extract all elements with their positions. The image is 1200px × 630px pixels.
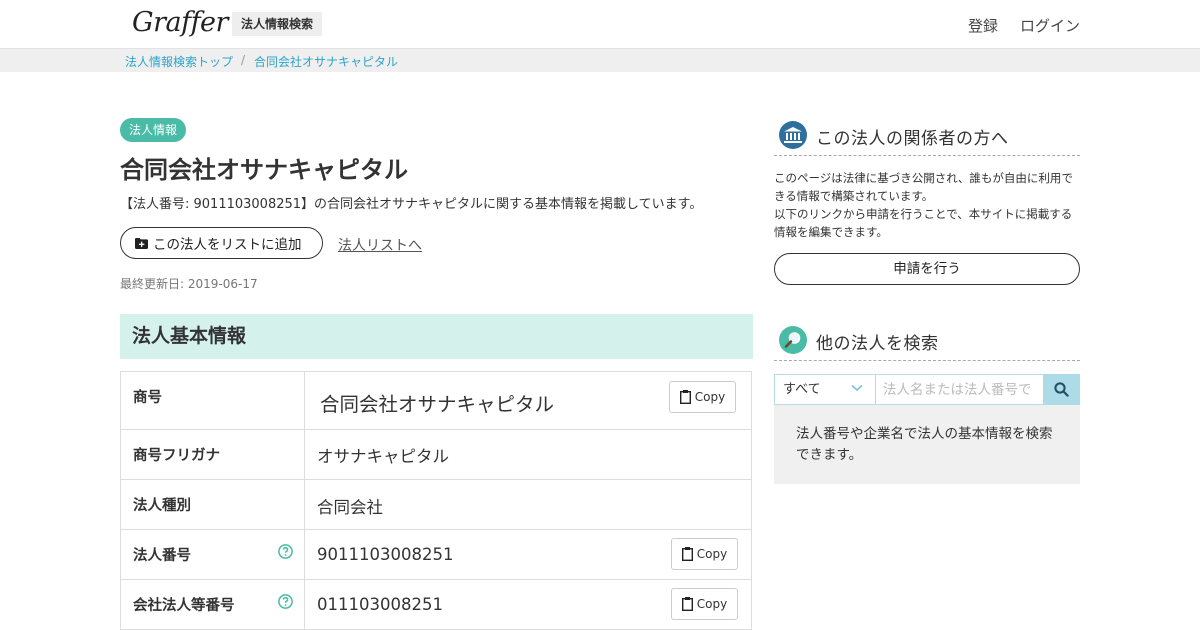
copy-corporate-number-button[interactable]: Copy [671, 538, 738, 570]
magnifier-icon [779, 326, 807, 354]
breadcrumb: 法人情報検索トップ / 合同会社オサナキャピタル [0, 49, 1200, 72]
register-link[interactable]: 登録 [968, 15, 998, 36]
copy-trade-name-button[interactable]: Copy [669, 381, 736, 413]
related-note-1: このページは法律に基づき公開され、誰もが自由に利用できる情報で構築されています。 [774, 171, 1073, 203]
search-other-heading: 他の法人を検索 [774, 323, 1080, 361]
add-to-list-button[interactable]: この法人をリストに追加 [120, 227, 323, 259]
help-icon[interactable] [278, 544, 293, 559]
search-help-text: 法人番号や企業名で法人の基本情報を検索できます。 [774, 405, 1080, 484]
row-label: 法人種別 [121, 480, 305, 529]
search-form: すべて [774, 374, 1080, 405]
top-bar: Graffer 法人情報検索 登録 ログイン [0, 0, 1200, 49]
corporate-number-value: 9011103008251 [317, 545, 454, 564]
table-row: 会社法人等番号 011103008251 Copy [121, 580, 751, 630]
search-icon [1054, 382, 1069, 397]
basic-info-section-title: 法人基本情報 [120, 314, 753, 359]
related-persons-heading-text: この法人の関係者の方へ [816, 129, 1009, 149]
graffer-logo[interactable]: Graffer [132, 7, 228, 38]
last-updated: 最終更新日: 2019-06-17 [120, 277, 258, 291]
row-label: 商号フリガナ [121, 430, 305, 479]
trade-name-value: 合同会社オサナキャピタル [320, 393, 555, 416]
corporate-list-link[interactable]: 法人リストへ [338, 235, 422, 255]
apply-button[interactable]: 申請を行う [774, 253, 1080, 285]
breadcrumb-home-link[interactable]: 法人情報検索トップ [125, 53, 233, 70]
clipboard-icon [679, 390, 691, 404]
company-registration-number-value: 011103008251 [317, 595, 443, 614]
furigana-value: オサナキャピタル [317, 447, 449, 466]
corporate-info-badge: 法人情報 [120, 118, 187, 142]
related-persons-heading: この法人の関係者の方へ [774, 118, 1080, 156]
basic-info-table: 商号 合同会社オサナキャピタル Copy 商号フリガナ オサナキャピタル 法人種… [120, 371, 752, 630]
search-category-select[interactable]: すべて [774, 374, 876, 405]
breadcrumb-separator: / [241, 53, 246, 67]
help-icon[interactable] [278, 594, 293, 609]
search-button[interactable] [1043, 374, 1080, 405]
row-label: 商号 [121, 372, 305, 429]
table-row: 法人番号 9011103008251 Copy [121, 530, 751, 580]
search-input[interactable] [875, 374, 1044, 405]
table-row: 法人種別 合同会社 [121, 480, 751, 530]
chevron-down-icon [851, 384, 863, 392]
copy-registration-number-button[interactable]: Copy [671, 588, 738, 620]
add-to-list-label: この法人をリストに追加 [153, 237, 302, 253]
login-link[interactable]: ログイン [1020, 15, 1080, 36]
page-description: 【法人番号: 9011103008251】の合同会社オサナキャピタルに関する基本… [120, 197, 703, 212]
copy-label: Copy [694, 390, 726, 404]
service-tag[interactable]: 法人情報検索 [232, 12, 323, 36]
related-note-2: 以下のリンクから申請を行うことで、本サイトに掲載する情報を編集できます。 [774, 207, 1073, 239]
table-row: 商号フリガナ オサナキャピタル [121, 430, 751, 480]
breadcrumb-current[interactable]: 合同会社オサナキャピタル [254, 53, 398, 70]
clipboard-icon [681, 597, 693, 611]
search-category-value: すべて [783, 382, 821, 397]
table-row: 商号 合同会社オサナキャピタル Copy [121, 372, 751, 430]
entity-type-value: 合同会社 [317, 498, 383, 517]
page-title: 合同会社オサナキャピタル [120, 156, 408, 184]
copy-label: Copy [696, 547, 728, 561]
copy-label: Copy [696, 597, 728, 611]
folder-plus-icon [135, 237, 148, 249]
search-other-heading-text: 他の法人を検索 [816, 334, 939, 354]
government-building-icon [779, 121, 807, 149]
clipboard-icon [681, 547, 693, 561]
